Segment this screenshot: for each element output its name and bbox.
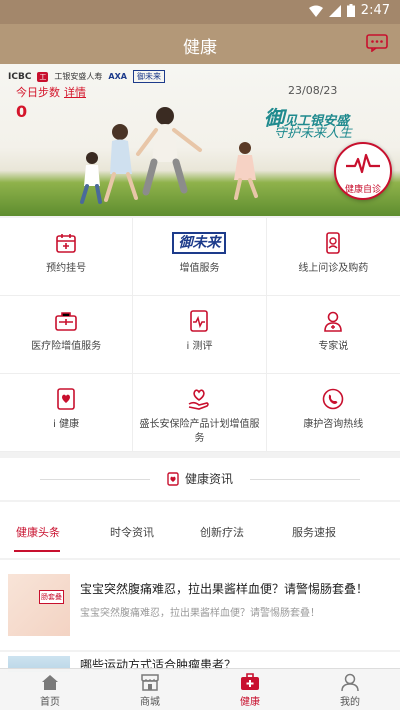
nav-profile[interactable]: 我的 xyxy=(300,669,400,710)
nav-label: 商城 xyxy=(140,697,160,708)
heartbeat-icon xyxy=(346,153,380,174)
status-bar: 2:47 xyxy=(0,0,400,24)
partner-logos: ICBC 工 工银安盛人寿 AXA 御未来 xyxy=(8,70,165,83)
banner-slogan-line2: 守护未来人生 xyxy=(274,126,353,141)
family-running-illustration xyxy=(80,107,258,204)
service-label: 盛长安保险产品计划增值服务 xyxy=(139,419,260,444)
hotline-icon xyxy=(323,388,344,410)
profile-icon xyxy=(341,673,359,692)
service-i-health[interactable]: i 健康 xyxy=(0,374,134,452)
icbc-badge-icon: 工 xyxy=(37,71,49,82)
banner-date: 23/08/23 xyxy=(288,84,338,97)
article-summary: 宝宝突然腹痛难忍，拉出果酱样血便？请警惕肠套叠！ xyxy=(80,608,320,619)
service-medical-insurance[interactable]: 医疗险增值服务 xyxy=(0,296,134,374)
self-check-button[interactable]: 健康自诊 xyxy=(334,142,392,200)
yuweilai-logo: 御未来 xyxy=(172,232,227,254)
service-hotline[interactable]: 康护咨询热线 xyxy=(266,374,400,452)
nav-home[interactable]: 首页 xyxy=(0,669,100,710)
news-icon xyxy=(167,472,179,486)
steps-value: 0 xyxy=(16,102,28,121)
nav-store[interactable]: 商城 xyxy=(100,669,200,710)
tab-headlines[interactable]: 健康头条 xyxy=(16,524,60,540)
phone-doctor-icon xyxy=(326,232,341,254)
news-tabs: 健康头条 时令资讯 创新疗法 服务速报 xyxy=(0,502,400,558)
article-thumbnail: 肠套叠 xyxy=(8,574,70,636)
signal-icon xyxy=(328,4,341,17)
news-section-header: 健康资讯 xyxy=(0,458,400,500)
service-label: 增值服务 xyxy=(179,263,220,274)
promo-banner[interactable]: ICBC 工 工银安盛人寿 AXA 御未来 今日步数 详情 0 23/08/23 … xyxy=(0,64,400,216)
message-icon[interactable] xyxy=(366,34,388,52)
medical-kit-icon xyxy=(55,312,77,331)
doctor-icon xyxy=(324,311,343,332)
tab-seasonal[interactable]: 时令资讯 xyxy=(110,524,154,540)
battery-icon xyxy=(346,4,355,17)
service-value-added[interactable]: 御未来 增值服务 xyxy=(133,218,267,296)
page-title: 健康 xyxy=(183,38,217,58)
bottom-nav: 首页 商城 健康 我的 xyxy=(0,668,400,710)
service-online-consult[interactable]: 线上问诊及购药 xyxy=(266,218,400,296)
axa-logo: AXA xyxy=(108,72,127,81)
active-tab-indicator xyxy=(14,550,60,552)
service-assessment[interactable]: i 测评 xyxy=(133,296,267,374)
service-grid: 预约挂号 御未来 增值服务 线上问诊及购药 医疗险增值服务 i 测评 专家说 i… xyxy=(0,218,400,452)
list-item[interactable]: 肠套叠 宝宝突然腹痛难忍，拉出果酱样血便？请警惕肠套叠！ 宝宝突然腹痛难忍，拉出… xyxy=(0,560,400,650)
nav-label: 我的 xyxy=(340,697,360,708)
health-card-icon xyxy=(57,388,75,410)
nav-label: 首页 xyxy=(40,697,60,708)
axa-icbc-logo: 工银安盛人寿 xyxy=(54,72,103,81)
service-label: 医疗险增值服务 xyxy=(31,341,102,352)
heart-hand-icon xyxy=(189,389,210,410)
self-check-label: 健康自诊 xyxy=(344,185,381,195)
service-label: 康护咨询热线 xyxy=(303,419,364,430)
news-section-title: 健康资讯 xyxy=(0,470,400,487)
tab-innovative-therapy[interactable]: 创新疗法 xyxy=(200,524,244,540)
store-icon xyxy=(141,674,159,691)
app-bar: 健康 xyxy=(0,24,400,64)
calendar-plus-icon xyxy=(56,234,76,253)
yuweilai-logo: 御未来 xyxy=(132,70,165,83)
pulse-icon xyxy=(190,310,209,332)
icbc-logo: ICBC xyxy=(8,71,32,82)
service-label: 线上问诊及购药 xyxy=(298,263,369,274)
service-label: 预约挂号 xyxy=(46,263,87,274)
service-label: 专家说 xyxy=(318,341,349,352)
status-time: 2:47 xyxy=(360,3,390,18)
health-kit-icon xyxy=(241,673,259,690)
service-expert-talk[interactable]: 专家说 xyxy=(266,296,400,374)
tab-service-news[interactable]: 服务速报 xyxy=(292,524,336,540)
article-title: 宝宝突然腹痛难忍，拉出果酱样血便？请警惕肠套叠！ xyxy=(80,582,369,596)
service-label: i 测评 xyxy=(186,341,213,352)
wifi-icon xyxy=(308,5,323,17)
service-product-plan[interactable]: 盛长安保险产品计划增值服务 xyxy=(133,374,267,452)
steps-label: 今日步数 xyxy=(16,86,60,99)
home-icon xyxy=(42,675,58,690)
thumbnail-tag: 肠套叠 xyxy=(39,590,64,604)
nav-label: 健康 xyxy=(240,697,260,708)
service-appointment[interactable]: 预约挂号 xyxy=(0,218,134,296)
service-label: i 健康 xyxy=(53,419,80,430)
nav-health[interactable]: 健康 xyxy=(200,669,300,710)
